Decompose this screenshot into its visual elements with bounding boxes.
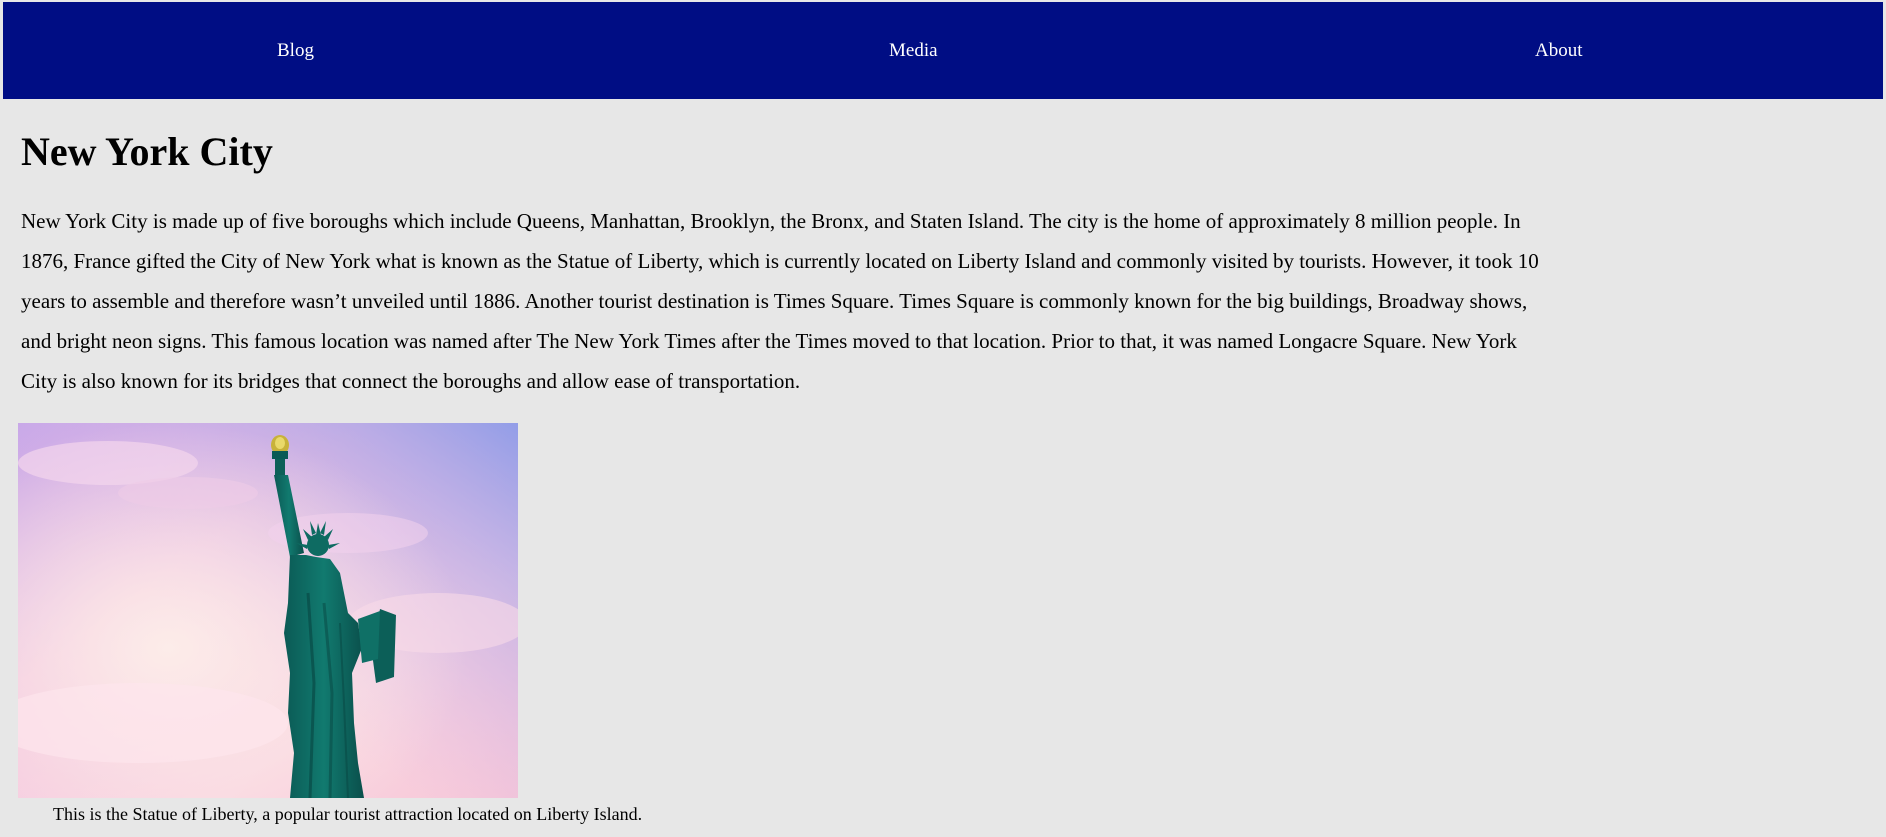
nav-link-blog[interactable]: Blog [277,2,314,99]
statue-of-liberty-image [18,423,518,798]
top-navbar: Blog Media About [3,2,1883,99]
image-caption: This is the Statue of Liberty, a popular… [53,804,643,824]
nav-link-media[interactable]: Media [889,2,938,99]
page-title: New York City [21,129,273,174]
intro-paragraph: New York City is made up of five borough… [21,209,1539,393]
nav-link-about[interactable]: About [1535,2,1583,99]
